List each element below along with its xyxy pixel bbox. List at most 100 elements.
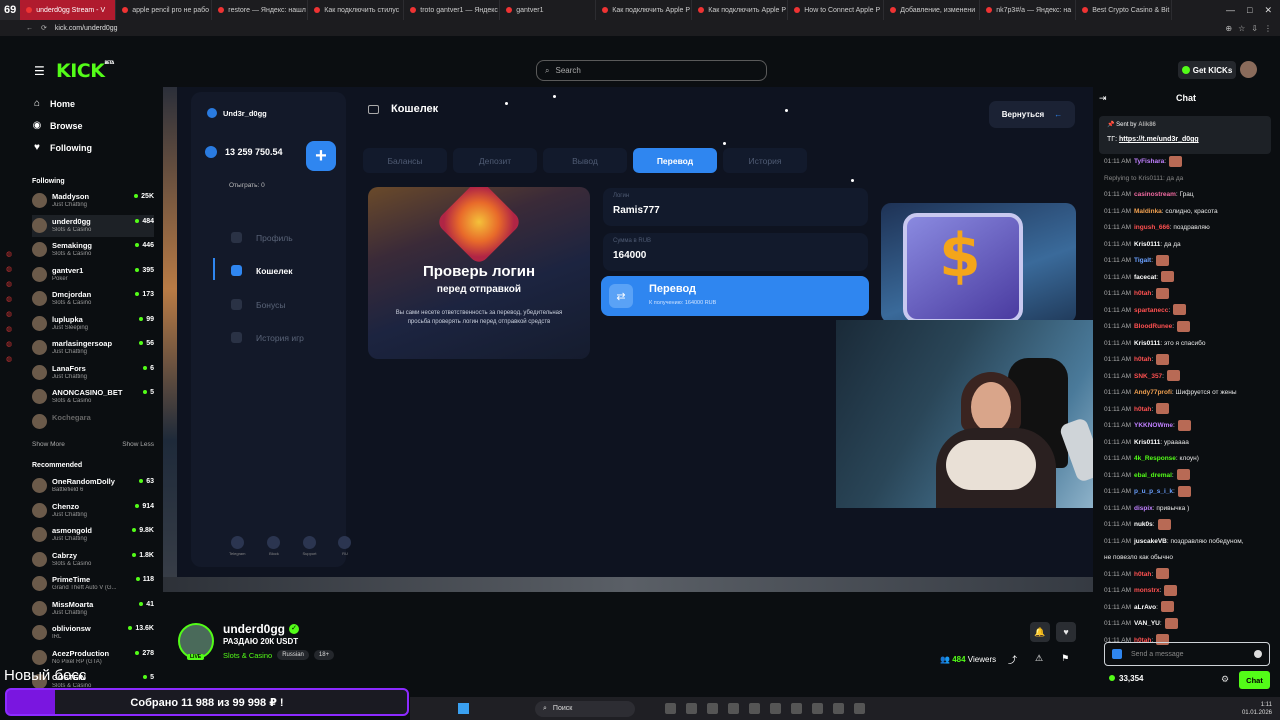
stream-player[interactable]: Und3r_d0gg 13 259 750.54 Отыграть: 0 Про… <box>163 87 1093 592</box>
close-button[interactable]: ✕ <box>1264 5 1272 16</box>
menu-icon[interactable]: ⋮ <box>1264 24 1272 33</box>
browser-tab[interactable]: Как подключить Apple P <box>596 0 693 20</box>
rail-icon[interactable]: ◍ <box>6 265 18 273</box>
windows-start-icon[interactable] <box>458 703 469 714</box>
rail-icon[interactable]: ◍ <box>6 310 18 318</box>
chat-username[interactable]: aLrAvo <box>1134 604 1156 611</box>
taskbar-app-icon[interactable] <box>770 703 781 714</box>
chat-username[interactable]: dispix <box>1134 505 1153 512</box>
browser-tab[interactable]: apple pencil pro не рабо <box>116 0 213 20</box>
login-field[interactable]: Логин Ramis777 <box>603 188 868 226</box>
menu-game-history[interactable]: История игр <box>231 332 304 343</box>
support-link[interactable]: Support <box>302 536 316 556</box>
chat-username[interactable]: Maldinka <box>1134 208 1162 215</box>
transfer-button[interactable]: ⇄ Перевод К получению: 164000 RUB <box>601 276 869 316</box>
back-icon[interactable]: ← <box>26 25 33 32</box>
follow-button[interactable]: ♥ <box>1056 622 1076 642</box>
rail-icon[interactable]: ◍ <box>6 355 18 363</box>
tab-count-badge[interactable]: 69 <box>0 0 21 20</box>
taskbar-app-icon[interactable] <box>854 703 865 714</box>
report-icon[interactable]: ⚠ <box>1035 653 1043 666</box>
kick-logo[interactable]: KICKBETA <box>56 60 114 82</box>
chat-username[interactable]: h0tah <box>1134 406 1151 413</box>
chat-username[interactable]: VAN_YU <box>1134 620 1160 627</box>
chat-username[interactable]: Kris0111 <box>1134 241 1160 248</box>
chat-message-input[interactable]: Send a message <box>1104 642 1270 666</box>
chat-username[interactable]: casinostream <box>1134 191 1176 198</box>
tag-age[interactable]: 18+ <box>313 650 335 660</box>
tag-language[interactable]: Russian <box>277 650 309 660</box>
channel-item[interactable]: AcezProduction No Pixel RP (GTA) 278 <box>32 647 154 669</box>
taskbar-app-icon[interactable] <box>833 703 844 714</box>
chat-username[interactable]: h0tah <box>1134 571 1151 578</box>
star-icon[interactable]: ☆ <box>1238 24 1245 33</box>
rail-icon[interactable]: ◍ <box>6 295 18 303</box>
chat-username[interactable]: ingush_666 <box>1134 224 1170 231</box>
back-button[interactable]: Вернуться ← <box>989 101 1075 128</box>
chat-username[interactable]: nuk0s <box>1134 521 1153 528</box>
channel-item[interactable]: Chenzo Just Chatting 914 <box>32 500 154 522</box>
taskbar-app-icon[interactable] <box>686 703 697 714</box>
chat-username[interactable]: Kris0111 <box>1134 439 1160 446</box>
minimize-button[interactable]: — <box>1226 5 1235 16</box>
channel-item[interactable]: luplupka Just Sleeping 99 <box>32 313 154 335</box>
chat-username[interactable]: Andy77profi <box>1134 389 1172 396</box>
send-chat-button[interactable]: Chat <box>1239 671 1270 689</box>
channel-item[interactable]: Maddyson Just Chatting 25K <box>32 190 154 212</box>
taskbar-app-icon[interactable] <box>728 703 739 714</box>
user-avatar[interactable] <box>1240 61 1257 78</box>
taskbar-app-icon[interactable] <box>812 703 823 714</box>
browser-tab[interactable]: troto gantver1 — Яндекс <box>404 0 501 20</box>
browser-tab[interactable]: Как подключить стилус <box>308 0 405 20</box>
rail-icon[interactable]: ◍ <box>6 280 18 288</box>
channel-item[interactable]: gantver1 Poker 395 <box>32 264 154 286</box>
chat-settings-icon[interactable]: ⚙ <box>1221 674 1229 685</box>
show-more-button[interactable]: Show More <box>32 441 65 448</box>
tab-history[interactable]: История <box>723 148 807 173</box>
chat-username[interactable]: Kris0111 <box>1134 340 1160 347</box>
nav-following[interactable]: ♥ Following <box>32 142 92 153</box>
emoji-icon[interactable] <box>1254 650 1262 658</box>
channel-item[interactable]: Semakingg Slots & Casino 446 <box>32 239 154 261</box>
chat-username[interactable]: h0tah <box>1134 290 1151 297</box>
browser-tab[interactable]: Как подключить Apple P <box>692 0 789 20</box>
channel-item[interactable]: asmongold Just Chatting 9.8K <box>32 524 154 546</box>
chat-username[interactable]: BloodRunee <box>1134 323 1172 330</box>
chat-username[interactable]: juscakeVB <box>1134 538 1167 545</box>
rail-icon[interactable]: ◍ <box>6 325 18 333</box>
tab-balances[interactable]: Балансы <box>363 148 447 173</box>
show-less-button[interactable]: Show Less <box>122 441 154 448</box>
chat-username[interactable]: TyFishara <box>1134 158 1164 165</box>
taskbar-app-icon[interactable] <box>749 703 760 714</box>
chat-username[interactable]: facecat <box>1134 274 1156 281</box>
chat-username[interactable]: ebal_dremal <box>1134 472 1172 479</box>
channel-item[interactable]: PrimeTime Grand Theft Auto V (G... 118 <box>32 573 154 595</box>
search-input[interactable]: ⌕ Search <box>536 60 767 81</box>
taskbar-clock[interactable]: 1:11 01.01.2026 <box>1242 701 1280 717</box>
url-field[interactable]: kick.com/underd0gg <box>55 25 118 32</box>
tab-withdraw[interactable]: Вывод <box>543 148 627 173</box>
streamer-name[interactable]: underd0gg ✓ <box>223 622 299 636</box>
notification-bell-button[interactable]: 🔔 <box>1030 622 1050 642</box>
browser-tab[interactable]: nk7p3#/a — Яндекс: на <box>980 0 1077 20</box>
taskbar-app-icon[interactable] <box>707 703 718 714</box>
download-icon[interactable]: ⇩ <box>1251 24 1258 33</box>
browser-tab[interactable]: restore — Яндекс: нашл <box>212 0 309 20</box>
channel-item[interactable]: Cabrzy Slots & Casino 1.8K <box>32 549 154 571</box>
channel-item[interactable]: Dmcjordan Slots & Casino 173 <box>32 288 154 310</box>
channel-item[interactable]: OneRandomDolly Battlefield 6 63 <box>32 475 154 497</box>
taskbar-app-icon[interactable] <box>665 703 676 714</box>
language-link[interactable]: RU <box>338 536 352 556</box>
get-kicks-button[interactable]: Get KICKs <box>1178 61 1236 79</box>
menu-profile[interactable]: Профиль <box>231 232 293 243</box>
chat-username[interactable]: Tigalt <box>1134 257 1151 264</box>
chat-username[interactable]: YKKNOWme <box>1134 422 1173 429</box>
share-icon[interactable]: ⤴ <box>1008 653 1017 666</box>
menu-wallet[interactable]: Кошелек <box>231 265 292 276</box>
rail-icon[interactable]: ◍ <box>6 340 18 348</box>
menu-bonuses[interactable]: Бонусы <box>231 299 286 310</box>
channel-item[interactable]: marlasingersoap Just Chatting 56 <box>32 337 154 359</box>
channel-item[interactable]: ANONCASINO_BET Slots & Casino 5 <box>32 386 154 408</box>
chat-username[interactable]: spartanecc <box>1134 307 1168 314</box>
rail-icon[interactable]: ◍ <box>6 250 18 258</box>
